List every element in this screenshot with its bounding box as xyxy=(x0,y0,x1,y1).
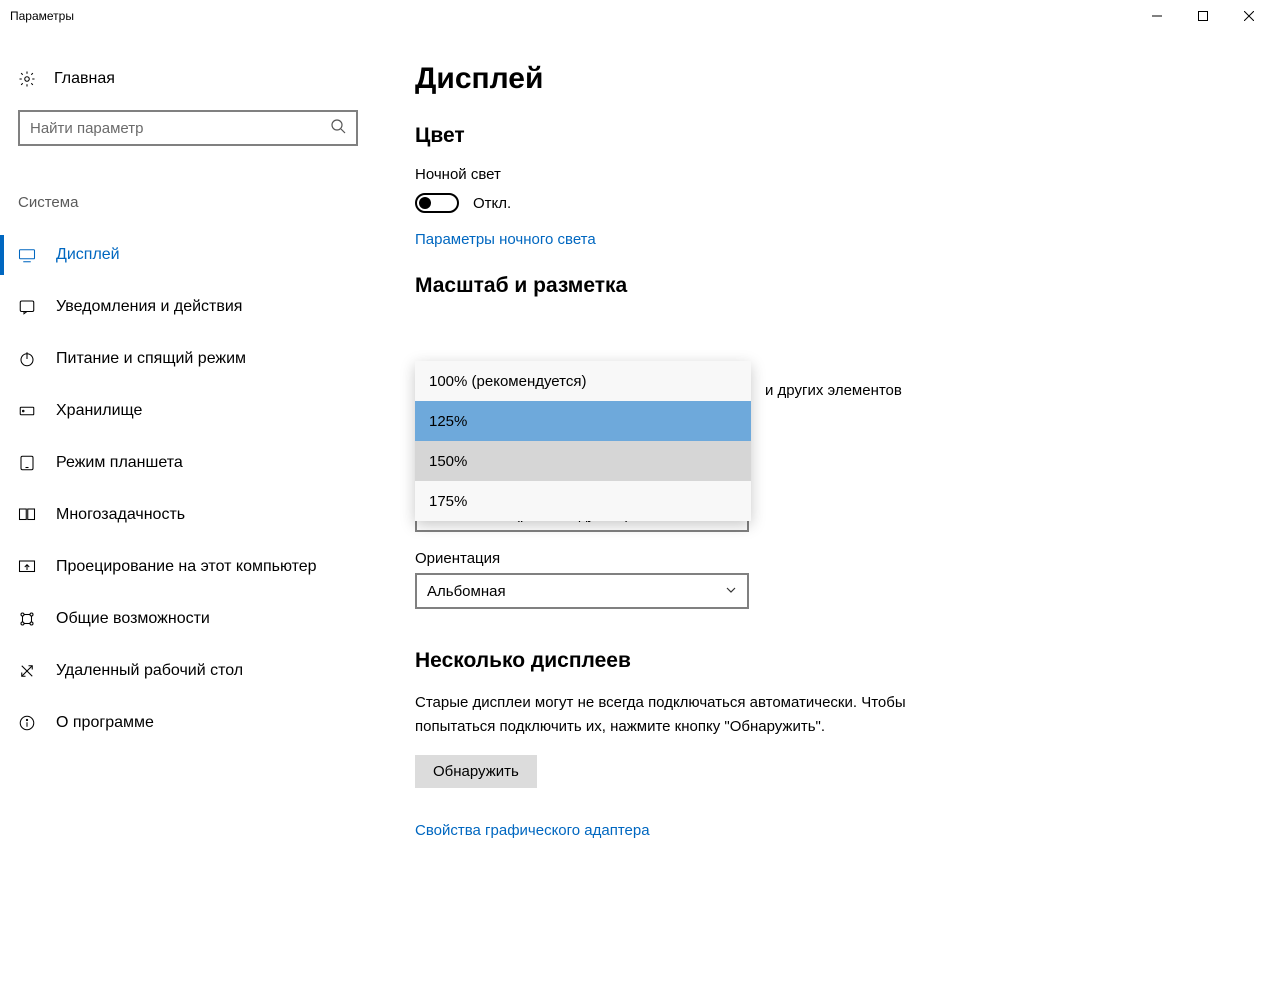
nav-item-label: Уведомления и действия xyxy=(56,298,242,316)
info-icon xyxy=(18,714,36,732)
orientation-value: Альбомная xyxy=(427,583,506,600)
scale-dropdown-open[interactable]: 100% (рекомендуется)125%150%175% xyxy=(415,361,751,521)
close-button[interactable] xyxy=(1226,0,1272,32)
nav-item-label: Удаленный рабочий стол xyxy=(56,662,243,680)
nav-item-label: Общие возможности xyxy=(56,610,210,628)
nav-item-tablet[interactable]: Режим планшета xyxy=(0,437,395,489)
multitask-icon xyxy=(18,506,36,524)
project-icon xyxy=(18,558,36,576)
detect-button[interactable]: Обнаружить xyxy=(415,755,537,788)
window-title: Параметры xyxy=(10,9,74,23)
shared-icon xyxy=(18,610,36,628)
nav: Дисплей Уведомления и действия Питание и с… xyxy=(0,229,395,749)
section-label: Система xyxy=(18,194,395,211)
nav-item-display[interactable]: Дисплей xyxy=(0,229,395,281)
storage-icon xyxy=(18,402,36,420)
home-label: Главная xyxy=(54,70,115,88)
nightlight-state: Откл. xyxy=(473,195,511,212)
color-heading: Цвет xyxy=(415,124,1232,148)
page-title: Дисплей xyxy=(415,62,1232,96)
nav-item-project[interactable]: Проецирование на этот компьютер xyxy=(0,541,395,593)
nav-item-shared[interactable]: Общие возможности xyxy=(0,593,395,645)
nav-item-label: Режим планшета xyxy=(56,454,183,472)
nav-item-power[interactable]: Питание и спящий режим xyxy=(0,333,395,385)
nav-item-label: О программе xyxy=(56,714,154,732)
scale-heading: Масштаб и разметка xyxy=(415,274,1232,298)
scale-option[interactable]: 125% xyxy=(415,401,751,441)
power-icon xyxy=(18,350,36,368)
nav-item-label: Питание и спящий режим xyxy=(56,350,246,368)
home-link[interactable]: Главная xyxy=(18,62,395,96)
nav-item-label: Хранилище xyxy=(56,402,142,420)
nav-item-label: Многозадачность xyxy=(56,506,185,524)
gpu-properties-link[interactable]: Свойства графического адаптера xyxy=(415,822,1232,839)
nav-item-info[interactable]: О программе xyxy=(0,697,395,749)
display-icon xyxy=(18,246,36,264)
nav-item-label: Проецирование на этот компьютер xyxy=(56,558,317,576)
scale-label-tail: и других элементов xyxy=(765,382,902,399)
maximize-button[interactable] xyxy=(1180,0,1226,32)
chevron-down-icon xyxy=(725,583,737,600)
scale-option[interactable]: 100% (рекомендуется) xyxy=(415,361,751,401)
gear-icon xyxy=(18,70,36,88)
search-icon xyxy=(330,118,346,138)
remote-icon xyxy=(18,662,36,680)
scale-option[interactable]: 150% xyxy=(415,441,751,481)
nav-item-remote[interactable]: Удаленный рабочий стол xyxy=(0,645,395,697)
multi-text: Старые дисплеи могут не всегда подключат… xyxy=(415,691,975,739)
search-input[interactable] xyxy=(30,120,330,137)
nightlight-label: Ночной свет xyxy=(415,166,1232,183)
orientation-dropdown[interactable]: Альбомная xyxy=(415,573,749,609)
window-controls xyxy=(1134,0,1272,32)
tablet-icon xyxy=(18,454,36,472)
nav-item-storage[interactable]: Хранилище xyxy=(0,385,395,437)
titlebar: Параметры xyxy=(0,0,1272,32)
nightlight-settings-link[interactable]: Параметры ночного света xyxy=(415,231,1232,248)
scale-option[interactable]: 175% xyxy=(415,481,751,521)
multi-heading: Несколько дисплеев xyxy=(415,649,1232,673)
nav-item-label: Дисплей xyxy=(56,246,120,264)
minimize-button[interactable] xyxy=(1134,0,1180,32)
orientation-label: Ориентация xyxy=(415,550,1232,567)
nav-item-notification[interactable]: Уведомления и действия xyxy=(0,281,395,333)
sidebar: Главная Система Дисплей Уведомления и дей… xyxy=(0,32,395,865)
search-box[interactable] xyxy=(18,110,358,146)
content: Дисплей Цвет Ночной свет Откл. Параметры… xyxy=(395,32,1272,865)
notification-icon xyxy=(18,298,36,316)
nav-item-multitask[interactable]: Многозадачность xyxy=(0,489,395,541)
nightlight-toggle[interactable] xyxy=(415,193,459,213)
